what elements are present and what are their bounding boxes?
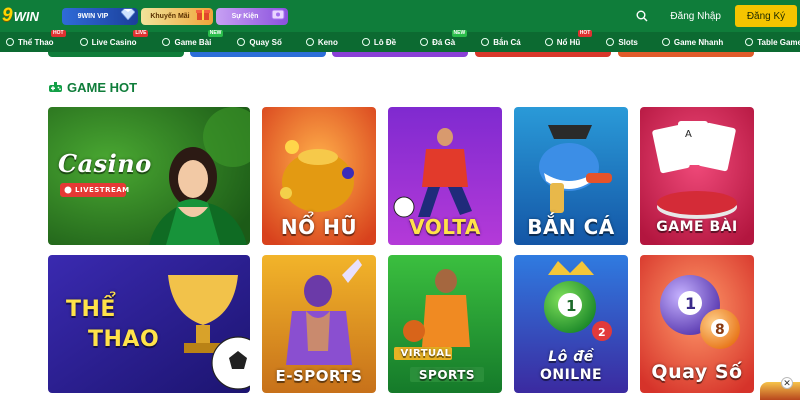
logo-number: 9 xyxy=(2,5,13,26)
hot-badge: HOT xyxy=(51,30,66,37)
nav-item-ban-ca[interactable]: Bắn Cá xyxy=(481,32,521,52)
game-card-game-bai[interactable]: A GAME BÀI xyxy=(640,107,754,245)
vip-label: 9WIN VIP xyxy=(77,12,109,20)
game-card-no-hu[interactable]: NỔ HŨ xyxy=(262,107,376,245)
login-button[interactable]: Đăng Nhập xyxy=(670,11,721,22)
live-badge: LIVE xyxy=(133,30,149,37)
card-title-line1: THỂ xyxy=(66,297,116,322)
rooster-icon xyxy=(420,38,429,46)
register-button[interactable]: Đăng Ký xyxy=(735,5,797,27)
trophy-ball-artwork xyxy=(48,255,250,393)
keno-icon xyxy=(305,38,314,46)
diamond-icon xyxy=(120,5,136,23)
nav-label: Table Games xyxy=(757,37,800,47)
svg-text:1: 1 xyxy=(566,297,576,315)
brand-logo[interactable]: 9 WIN xyxy=(2,3,54,29)
card-title-line2: SPORTS xyxy=(418,368,476,382)
fish-icon xyxy=(481,38,490,46)
nav-item-table-games[interactable]: Table Games xyxy=(745,32,800,52)
header-actions: Đăng Nhập Đăng Ký xyxy=(628,0,800,32)
nav-label: Thể Thao xyxy=(18,37,54,47)
event-label: Sự Kiện xyxy=(231,12,259,20)
search-icon xyxy=(636,10,648,22)
nav-item-da-ga[interactable]: Đá Gà NEW xyxy=(420,30,468,52)
new-badge: NEW xyxy=(451,30,468,37)
page: 9 WIN 9WIN VIP Khuyến Mãi Sự Kiện Đăng N… xyxy=(0,0,800,400)
nav-label: Đá Gà xyxy=(432,37,456,47)
nav-item-the-thao[interactable]: Thể Thao HOT xyxy=(6,30,66,52)
svg-text:1: 1 xyxy=(685,294,696,313)
livestream-badge: LIVESTREAM xyxy=(75,186,130,194)
event-button[interactable]: Sự Kiện xyxy=(216,5,288,25)
slot-machine-icon xyxy=(606,38,615,46)
card-title-line2: ONILNE xyxy=(539,367,603,383)
game-card-lo-de-online[interactable]: 1 2 Lô đề ONILNE xyxy=(514,255,628,393)
game-card-virtual-sports[interactable]: VIRTUAL SPORTS xyxy=(388,255,502,393)
nav-label: Slots xyxy=(618,37,638,47)
game-card-ban-ca[interactable]: BẮN CÁ xyxy=(514,107,628,245)
nav-item-lo-de[interactable]: Lô Đề xyxy=(361,32,397,52)
nav-item-slots[interactable]: Slots xyxy=(606,32,638,52)
nav-label: Lô Đề xyxy=(373,37,397,47)
card-title-line1: VIRTUAL xyxy=(400,348,452,359)
banner-strip xyxy=(0,52,800,57)
top-bar: 9 WIN 9WIN VIP Khuyến Mãi Sự Kiện Đăng N… xyxy=(0,0,800,32)
card-title: VOLTA xyxy=(409,215,481,239)
svg-text:8: 8 xyxy=(715,322,725,338)
game-card-e-sports[interactable]: E-SPORTS xyxy=(262,255,376,393)
nav-item-keno[interactable]: Keno xyxy=(305,32,338,52)
table-icon xyxy=(745,38,754,46)
logo-word: WIN xyxy=(13,8,39,24)
card-title: Casino xyxy=(58,149,152,178)
nav-item-game-nhanh[interactable]: Game Nhanh xyxy=(661,32,724,52)
search-button[interactable] xyxy=(628,2,656,30)
lottery-ball-icon xyxy=(237,38,246,46)
card-title: E-SPORTS xyxy=(275,367,363,385)
nav-label: Game Bài xyxy=(174,37,212,47)
section-title-text: GAME HOT xyxy=(67,80,138,95)
game-card-casino[interactable]: Casino LIVESTREAM xyxy=(48,107,250,245)
game-card-volta[interactable]: VOLTA xyxy=(388,107,502,245)
card-title-line1: Lô đề xyxy=(548,349,594,365)
svg-text:2: 2 xyxy=(598,326,606,339)
nav-label: Nổ Hũ xyxy=(556,37,581,47)
nav-item-no-hu[interactable]: Nổ Hũ HOT xyxy=(544,30,593,52)
jackpot-pot-icon xyxy=(544,38,553,46)
category-nav: Thể Thao HOT Live Casino LIVE Game Bài NEW … xyxy=(0,30,800,52)
vip-button[interactable]: 9WIN VIP xyxy=(62,5,138,25)
rocket-icon xyxy=(661,38,670,46)
nav-label: Bắn Cá xyxy=(493,37,521,47)
ticket-icon xyxy=(270,5,286,23)
playing-cards-icon xyxy=(162,38,171,46)
card-title: BẮN CÁ xyxy=(527,215,615,239)
nav-item-quay-so[interactable]: Quay Số xyxy=(237,32,282,52)
card-title: GAME BÀI xyxy=(656,219,738,235)
casino-chip-icon xyxy=(79,38,88,46)
game-card-the-thao[interactable]: THỂ THAO xyxy=(48,255,250,393)
soccer-ball-icon xyxy=(6,38,14,46)
nav-label: Game Nhanh xyxy=(673,37,724,47)
game-card-quay-so[interactable]: 1 8 Quay Số xyxy=(640,255,754,393)
card-title-line2: THAO xyxy=(88,327,160,352)
nav-label: Live Casino xyxy=(91,37,137,47)
card-title: Quay Số xyxy=(651,361,743,383)
new-badge: NEW xyxy=(207,30,224,37)
floating-promo-widget[interactable] xyxy=(760,382,800,400)
svg-text:A: A xyxy=(685,129,692,140)
nav-label: Quay Số xyxy=(249,37,282,47)
card-title: NỔ HŨ xyxy=(280,215,358,239)
nav-item-live-casino[interactable]: Live Casino LIVE xyxy=(79,30,149,52)
hot-badge: HOT xyxy=(577,30,593,37)
gamepad-icon xyxy=(49,82,62,92)
dice-icon xyxy=(361,38,370,46)
promotion-button[interactable]: Khuyến Mãi xyxy=(141,5,213,25)
section-title: GAME HOT xyxy=(48,80,137,95)
gift-icon xyxy=(195,5,211,23)
promotion-label: Khuyến Mãi xyxy=(150,12,190,20)
nav-label: Keno xyxy=(317,37,338,47)
close-icon[interactable]: ✕ xyxy=(781,377,793,389)
nav-item-game-bai[interactable]: Game Bài NEW xyxy=(162,30,224,52)
